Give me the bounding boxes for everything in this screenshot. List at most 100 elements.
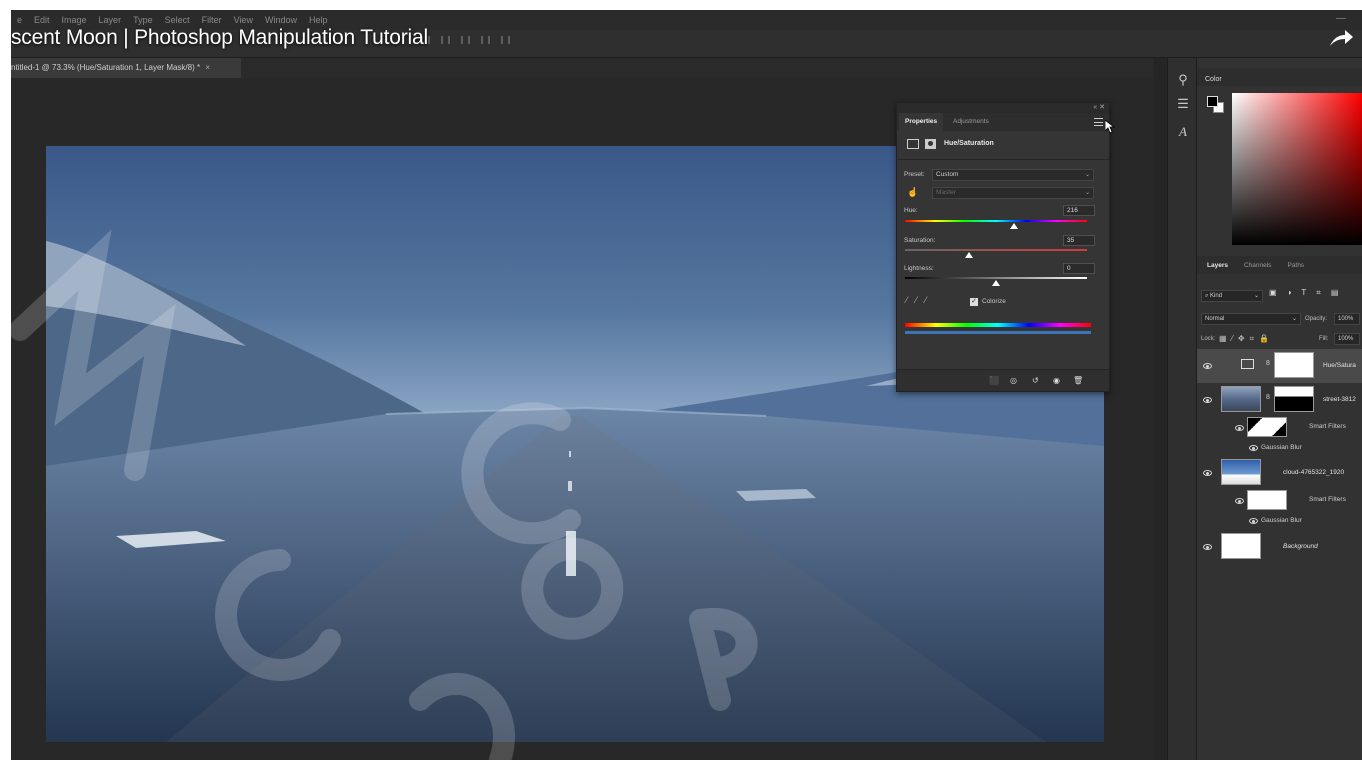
- eye-icon[interactable]: [1235, 498, 1244, 504]
- properties-tabs: Properties Adjustments: [897, 113, 1109, 131]
- channel-select[interactable]: Master ⌄: [932, 187, 1094, 199]
- layer-row-hue-saturation[interactable]: 8 Hue/Satura: [1197, 349, 1362, 383]
- document-tab-label: ntitled-1 @ 73.3% (Hue/Saturation 1, Lay…: [11, 63, 201, 72]
- fill-field[interactable]: 100%: [1334, 333, 1360, 345]
- layer-filter-select[interactable]: ⌕ Kind ⌄: [1201, 290, 1263, 302]
- minimize-button[interactable]: —: [1336, 13, 1346, 24]
- tab-paths[interactable]: Paths: [1279, 262, 1312, 269]
- link-icon: 8: [1266, 394, 1270, 401]
- hue-value-field[interactable]: 216: [1063, 205, 1095, 216]
- hue-slider-track[interactable]: [905, 220, 1087, 222]
- align-middle-icon[interactable]: [441, 36, 450, 44]
- layer-thumbnail[interactable]: [1221, 386, 1261, 412]
- gaussian-blur-row[interactable]: Gaussian Blur: [1197, 514, 1362, 528]
- hue-slider-thumb[interactable]: [1010, 223, 1019, 229]
- layer-row-cloud[interactable]: cloud-4765322_1920: [1197, 456, 1362, 490]
- reset-icon[interactable]: ↺: [1032, 376, 1039, 385]
- hue-label: Hue:: [904, 207, 918, 214]
- align-bottom-icon[interactable]: [461, 36, 470, 44]
- saturation-value-field[interactable]: 35: [1063, 235, 1095, 246]
- align-extra-icon[interactable]: [501, 36, 510, 44]
- mask-icon[interactable]: [925, 139, 936, 149]
- preset-label: Preset:: [904, 171, 925, 178]
- eye-icon[interactable]: [1249, 445, 1258, 451]
- trash-icon[interactable]: 🗑: [1073, 376, 1083, 385]
- targeted-adjustment-hand-icon[interactable]: ☝: [907, 187, 918, 198]
- colorize-checkbox[interactable]: ✓: [970, 298, 978, 306]
- foreground-color-swatch[interactable]: [1207, 96, 1218, 107]
- smart-filter-mask-thumbnail[interactable]: [1247, 490, 1287, 510]
- blend-mode-select[interactable]: Normal ⌄: [1201, 313, 1301, 325]
- tab-adjustments[interactable]: Adjustments: [947, 113, 995, 131]
- smart-filters-label: Smart Filters: [1309, 496, 1346, 503]
- layer-row-background[interactable]: Background: [1197, 530, 1362, 564]
- panel-titlebar[interactable]: « ✕: [897, 103, 1109, 113]
- layer-thumbnail[interactable]: [1221, 459, 1261, 485]
- layer-name: Hue/Satura: [1323, 362, 1356, 369]
- view-previous-icon[interactable]: ◎: [1010, 376, 1017, 385]
- eye-icon[interactable]: [1203, 397, 1212, 403]
- lock-label: Lock:: [1201, 336, 1216, 342]
- lightness-slider-track[interactable]: [905, 277, 1087, 279]
- hue-saturation-icon: [907, 139, 919, 149]
- clip-to-layer-icon[interactable]: ⬛: [989, 376, 999, 385]
- smart-object-filter-icon[interactable]: ▤: [1331, 288, 1339, 298]
- saturation-slider-track[interactable]: [905, 249, 1087, 251]
- photoshop-window: e Edit Image Layer Type Select Filter Vi…: [11, 10, 1362, 760]
- type-filter-icon[interactable]: T: [1301, 288, 1306, 298]
- align-icons: [421, 36, 510, 44]
- layer-name: street-3812: [1323, 396, 1356, 403]
- source-color-spectrum: [905, 323, 1091, 327]
- smart-filter-mask-thumbnail[interactable]: [1247, 417, 1287, 437]
- eye-icon[interactable]: [1235, 425, 1244, 431]
- mouse-cursor-icon: [1105, 120, 1115, 134]
- visibility-icon[interactable]: ◉: [1053, 376, 1060, 385]
- character-icon[interactable]: A: [1175, 124, 1191, 140]
- pixel-filter-icon[interactable]: ▣: [1269, 288, 1277, 298]
- layer-name: Background: [1283, 543, 1318, 550]
- document-tab[interactable]: ntitled-1 @ 73.3% (Hue/Saturation 1, Lay…: [11, 58, 241, 78]
- tab-color[interactable]: Color: [1197, 76, 1222, 83]
- chevron-down-icon: ⌄: [1084, 172, 1090, 178]
- lightness-slider-thumb[interactable]: [992, 280, 1000, 286]
- colorize-label: Colorize: [982, 298, 1006, 305]
- adjustment-filter-icon[interactable]: ◑: [1287, 288, 1292, 298]
- adjustment-title-row: Hue/Saturation: [897, 137, 1109, 153]
- eyedropper-icons[interactable]: ⁄⁄⁄: [906, 295, 935, 305]
- brush-settings-icon[interactable]: ⚲: [1175, 72, 1191, 88]
- distribute-icon[interactable]: [481, 36, 490, 44]
- tab-layers[interactable]: Layers: [1197, 262, 1236, 269]
- smart-filters-row[interactable]: Smart Filters: [1197, 417, 1362, 441]
- smart-filters-row[interactable]: Smart Filters: [1197, 490, 1362, 514]
- chevron-down-icon: ⌄: [1084, 190, 1090, 196]
- result-color-spectrum: [905, 331, 1091, 334]
- lightness-value-field[interactable]: 0: [1063, 263, 1095, 274]
- tab-channels[interactable]: Channels: [1236, 262, 1279, 269]
- shape-filter-icon[interactable]: ⌗: [1316, 288, 1321, 298]
- saturation-slider-thumb[interactable]: [964, 252, 973, 258]
- layer-thumbnail[interactable]: [1221, 533, 1261, 559]
- lock-icons[interactable]: ▦⁄✥⌗🔒: [1219, 334, 1274, 344]
- video-title-overlay: scent Moon | Photoshop Manipulation Tuto…: [11, 26, 428, 49]
- opacity-field[interactable]: 100%: [1334, 313, 1360, 325]
- gaussian-blur-row[interactable]: Gaussian Blur: [1197, 441, 1362, 455]
- eye-icon[interactable]: [1203, 363, 1212, 369]
- layer-mask-thumbnail[interactable]: [1274, 352, 1314, 378]
- color-picker-field[interactable]: [1232, 93, 1362, 245]
- layer-mask-thumbnail[interactable]: [1274, 386, 1314, 412]
- tab-properties[interactable]: Properties: [899, 113, 944, 131]
- preset-select[interactable]: Custom ⌄: [932, 169, 1094, 181]
- link-icon: 8: [1266, 360, 1270, 367]
- share-icon[interactable]: [1328, 28, 1354, 50]
- close-icon[interactable]: ×: [205, 63, 210, 72]
- eye-icon[interactable]: [1203, 544, 1212, 550]
- adjustment-title: Hue/Saturation: [944, 140, 994, 147]
- layer-row-street[interactable]: 8 street-3812: [1197, 383, 1362, 417]
- panel-menu-icon[interactable]: [1094, 118, 1103, 126]
- collapse-close-icon[interactable]: « ✕: [1093, 103, 1105, 111]
- eye-icon[interactable]: [1203, 470, 1212, 476]
- eye-icon[interactable]: [1249, 518, 1258, 524]
- fill-label: Fill:: [1319, 336, 1329, 342]
- color-panel-tabs: Color: [1197, 68, 1362, 86]
- adjustments-sliders-icon[interactable]: ☰: [1175, 96, 1191, 112]
